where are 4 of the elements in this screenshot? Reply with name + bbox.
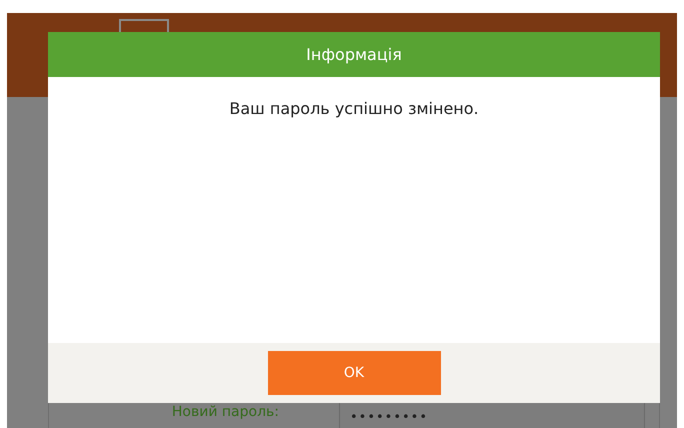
- dialog-message: Ваш пароль успішно змінено.: [229, 98, 479, 120]
- ok-button[interactable]: OK: [268, 351, 440, 395]
- dialog-title: Інформація: [48, 32, 660, 77]
- field-label: Новий пароль:: [170, 404, 279, 421]
